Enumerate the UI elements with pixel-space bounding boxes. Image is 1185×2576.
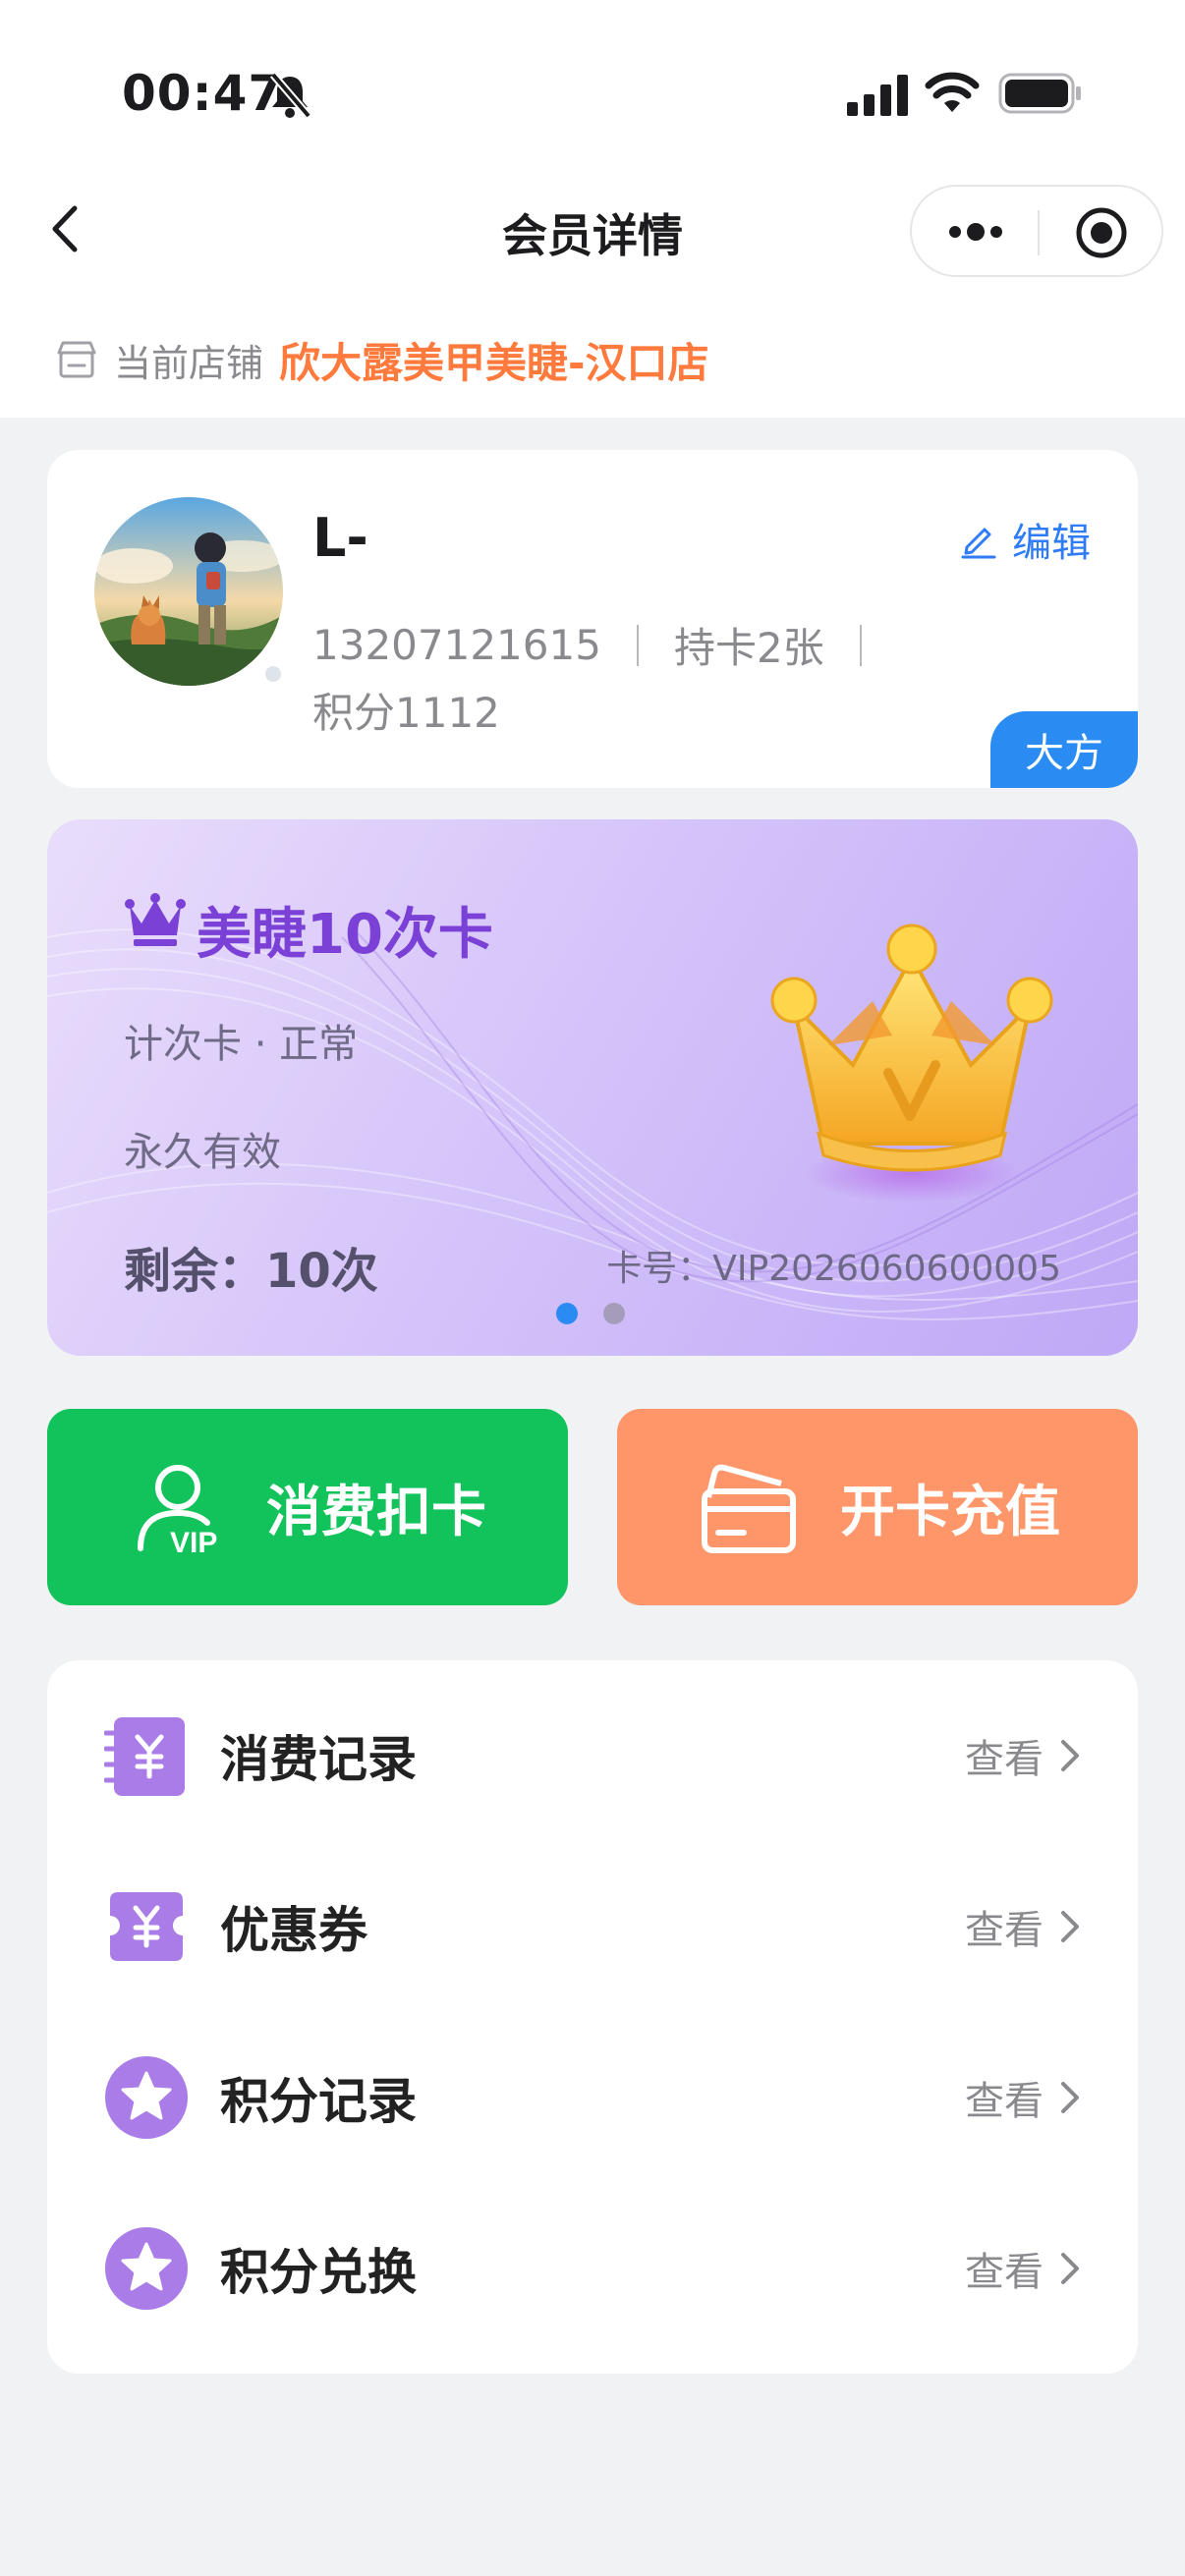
bell-muted-icon [269, 72, 312, 119]
member-meta: 13207121615 持卡2张 [312, 615, 897, 675]
card-wallet-icon [702, 1464, 796, 1553]
list-item-action: 查看 [965, 1908, 1044, 1953]
meta-divider [636, 624, 639, 666]
carousel-dot-active[interactable] [556, 1303, 578, 1324]
vip-card-type-status: 计次卡 · 正常 [124, 1022, 359, 1067]
member-phone: 13207121615 [312, 621, 601, 669]
gold-crown-icon [770, 924, 1053, 1203]
list-item-coupons[interactable]: 优惠券 查看 [47, 1841, 1138, 2012]
svg-text:VIP: VIP [170, 1527, 217, 1556]
wifi-icon [925, 72, 980, 112]
chevron-right-icon [1061, 1740, 1079, 1771]
status-time: 00:47 [122, 65, 284, 122]
vip-card-remaining: 剩余：10次 [124, 1244, 378, 1299]
list-item-label: 优惠券 [220, 1902, 367, 1959]
list-item-label: 消费记录 [220, 1731, 417, 1788]
list-item-action: 查看 [965, 2250, 1044, 2295]
carousel-dot[interactable] [603, 1303, 625, 1324]
signal-icon [847, 75, 908, 116]
more-dots-icon[interactable] [945, 214, 1006, 250]
close-target-icon[interactable] [1075, 206, 1128, 259]
edit-button[interactable]: 编辑 [959, 511, 1091, 568]
capsule-divider [1038, 210, 1040, 255]
open-card-recharge-button[interactable]: 开卡充值 [617, 1409, 1138, 1605]
store-label: 当前店铺 [114, 341, 264, 385]
mini-program-capsule [910, 185, 1163, 277]
list-item-action: 查看 [965, 2079, 1044, 2124]
vip-card-title: 美睫10次卡 [197, 903, 493, 967]
avatar-illustration [94, 497, 283, 686]
list-item-points-exchange[interactable]: 积分兑换 查看 [47, 2183, 1138, 2354]
member-vip-icon: VIP [138, 1465, 217, 1556]
store-icon [57, 341, 96, 378]
star-icon [105, 2227, 188, 2310]
list-item-label: 积分记录 [220, 2073, 417, 2130]
header-area: 00:47 会员详情 当前店铺 欣大露美甲美睫-汉口店 [0, 0, 1185, 418]
consume-deduct-button[interactable]: VIP 消费扣卡 [47, 1409, 568, 1605]
carousel-pagination [556, 1303, 650, 1324]
list-item-points-records[interactable]: 积分记录 查看 [47, 2012, 1138, 2183]
member-points: 积分1112 [312, 689, 500, 737]
consume-label: 消费扣卡 [266, 1480, 486, 1544]
recharge-label: 开卡充值 [840, 1480, 1060, 1544]
battery-icon [998, 73, 1081, 114]
coupon-icon [110, 1892, 183, 1961]
list-item-consume-records[interactable]: 消费记录 查看 [47, 1670, 1138, 1841]
edit-label: 编辑 [1012, 521, 1091, 566]
receipt-yen-icon [104, 1717, 185, 1796]
member-records-list: 消费记录 查看 优惠券 查看 积分记录 查看 积分兑换 查看 [47, 1660, 1138, 2374]
vip-card-validity: 永久有效 [124, 1130, 281, 1175]
meta-divider [859, 624, 862, 666]
pencil-icon [961, 528, 996, 559]
member-profile-card: L- 编辑 13207121615 持卡2张 积分1112 大方 [47, 450, 1138, 788]
list-item-label: 积分兑换 [220, 2244, 417, 2301]
avatar [94, 497, 283, 686]
avatar-status-dot [265, 666, 281, 682]
chevron-right-icon [1061, 2253, 1079, 2284]
crown-icon [125, 893, 186, 946]
vip-card-number: 卡号：VIP2026060600005 [606, 1249, 1061, 1289]
store-name: 欣大露美甲美睫-汉口店 [279, 338, 709, 387]
star-icon [105, 2056, 188, 2139]
member-name: L- [312, 507, 368, 569]
member-cards: 持卡2张 [673, 624, 824, 672]
chevron-right-icon [1061, 1911, 1079, 1942]
member-tag-badge: 大方 [990, 711, 1138, 788]
chevron-right-icon [1061, 2082, 1079, 2113]
list-item-action: 查看 [965, 1737, 1044, 1782]
current-store-row[interactable]: 当前店铺 欣大露美甲美睫-汉口店 [55, 330, 708, 389]
vip-card-carousel[interactable]: 美睫10次卡 计次卡 · 正常 永久有效 剩余：10次 卡号：VIP202606… [47, 819, 1138, 1356]
